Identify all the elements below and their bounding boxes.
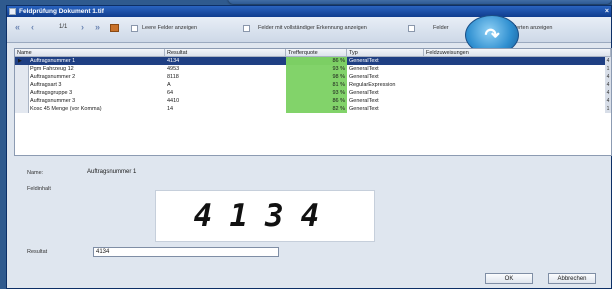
name-value: Auftragsnummer 1 — [87, 169, 137, 175]
cell-result: 14 — [167, 106, 174, 112]
prev-page-icon[interactable]: ‹ — [31, 22, 34, 32]
cell-name: Pgm Fahrzeug 12 — [30, 66, 74, 72]
cell-quote: 82 % — [286, 105, 347, 113]
fields-label: Felder — [433, 25, 449, 31]
assignment-count: 4 — [605, 57, 611, 65]
column-header-type[interactable]: Typ — [347, 49, 424, 57]
empty-fields-label: Leere Felder anzeigen — [142, 25, 198, 31]
column-header-result[interactable]: Resultat — [165, 49, 286, 57]
background-banner — [228, 0, 612, 4]
table-row[interactable]: Auftragsnummer 2 8118 98 % GeneralText — [15, 73, 611, 81]
table-row[interactable]: Auftragsart 3 A 81 % RegularExpression — [15, 81, 611, 89]
column-header-name[interactable]: Name — [15, 49, 165, 57]
cell-name: Auftragsnummer 1 — [30, 58, 76, 64]
cell-result: 64 — [167, 90, 174, 96]
cell-name: Kosc 45 Menge (vor Komma) — [30, 106, 102, 112]
window-title: Feldprüfung Dokument 1.tif — [19, 8, 104, 15]
full-recognition-checkbox[interactable] — [243, 25, 250, 32]
document-icon[interactable] — [110, 24, 119, 32]
cell-name: Auftragsgruppe 3 — [30, 90, 73, 96]
assignment-count: 4 — [605, 97, 611, 105]
cell-quote: 81 % — [286, 81, 347, 89]
assignment-count: 4 — [605, 73, 611, 81]
empty-fields-checkbox[interactable] — [131, 25, 138, 32]
cell-result: 4953 — [167, 66, 180, 72]
cell-name: Auftragsnummer 2 — [30, 74, 76, 80]
ok-button[interactable]: OK — [485, 273, 533, 284]
cell-quote: 98 % — [286, 73, 347, 81]
cell-result: 8118 — [167, 74, 179, 80]
cell-name: Auftragsart 3 — [30, 82, 62, 88]
close-icon[interactable]: × — [605, 6, 609, 17]
table-row[interactable]: Kosc 45 Menge (vor Komma) 14 82 % Genera… — [15, 105, 611, 113]
result-label: Resultat — [27, 249, 48, 255]
fields-table: Name Resultat Trefferquote Typ Feldzuwei… — [14, 48, 612, 156]
assignment-count: 1 — [605, 65, 611, 73]
page-indicator: 1/1 — [59, 24, 68, 30]
cell-result: 4410 — [167, 98, 180, 104]
cell-quote: 86 % — [286, 97, 347, 105]
cell-result: 4134 — [167, 58, 180, 64]
cell-quote: 93 % — [286, 65, 347, 73]
assignment-count: 4 — [605, 89, 611, 97]
fields-checkbox[interactable] — [408, 25, 415, 32]
table-row[interactable]: Pgm Fahrzeug 12 4953 93 % GeneralText — [15, 65, 611, 73]
cell-quote: 93 % — [286, 89, 347, 97]
full-recognition-label: Felder mit vollständiger Erkennung anzei… — [258, 25, 367, 31]
app-icon — [9, 8, 16, 15]
cell-type: GeneralText — [349, 74, 379, 80]
cell-quote: 86 % — [286, 57, 347, 65]
first-page-icon[interactable]: « — [15, 22, 20, 32]
cell-name: Auftragsnummer 3 — [30, 98, 76, 104]
table-row[interactable]: Auftragsnummer 3 4410 86 % GeneralText — [15, 97, 611, 105]
field-content-image: 4134 — [155, 190, 375, 242]
current-row-marker: ▶ — [18, 58, 22, 64]
cell-type: GeneralText — [349, 58, 379, 64]
title-bar: Feldprüfung Dokument 1.tif × — [7, 6, 611, 17]
assignment-count-column: 4 1 4 4 4 4 1 — [605, 57, 611, 113]
field-check-dialog: Feldprüfung Dokument 1.tif × « ‹ 1/1 › »… — [6, 5, 612, 289]
redo-arrow-icon: ↷ — [484, 24, 500, 45]
cell-type: GeneralText — [349, 66, 379, 72]
result-input[interactable]: 4134 — [93, 247, 279, 257]
assignment-count: 1 — [605, 105, 611, 113]
table-row[interactable]: ▶ Auftragsnummer 1 4134 86 % GeneralText — [15, 57, 611, 65]
cell-type: RegularExpression — [349, 82, 396, 88]
cell-type: GeneralText — [349, 106, 379, 112]
handwritten-digits: 4134 — [193, 198, 337, 234]
last-page-icon[interactable]: » — [95, 22, 100, 32]
cell-result: A — [167, 82, 171, 88]
cancel-button[interactable]: Abbrechen — [548, 273, 596, 284]
cell-type: GeneralText — [349, 98, 379, 104]
assignment-count: 4 — [605, 81, 611, 89]
column-header-quote[interactable]: Trefferquote — [286, 49, 347, 57]
column-header-assignments[interactable]: Feldzuweisungen — [424, 49, 611, 57]
table-row[interactable]: Auftragsgruppe 3 64 93 % GeneralText — [15, 89, 611, 97]
name-label: Name: — [27, 170, 44, 176]
toolbar: « ‹ 1/1 › » Leere Felder anzeigen Felder… — [7, 15, 611, 55]
next-page-icon[interactable]: › — [81, 22, 84, 32]
field-content-label: Feldinhalt — [27, 186, 51, 192]
cell-type: GeneralText — [349, 90, 379, 96]
